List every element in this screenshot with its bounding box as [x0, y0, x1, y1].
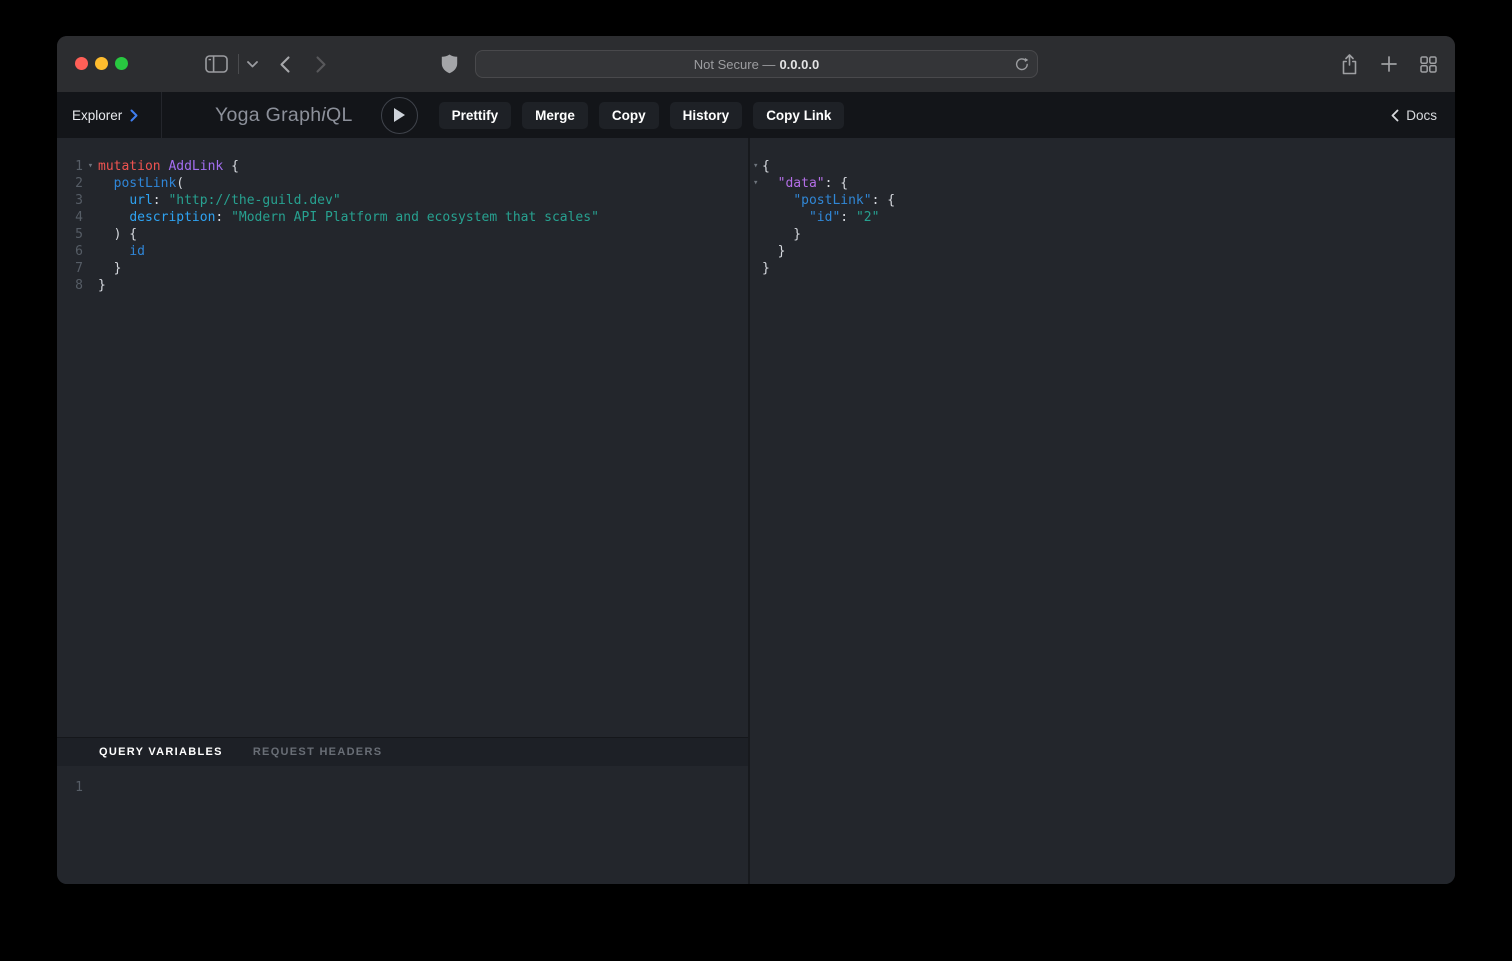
toolbar-button-history[interactable]: History	[670, 102, 743, 129]
code-line: 8}	[57, 277, 748, 294]
main-area: 1▾mutation AddLink {2 postLink(3 url: "h…	[57, 138, 1455, 884]
reload-icon[interactable]	[1015, 57, 1029, 72]
graphiql-toolbar: Explorer Yoga GraphiQL Prettify Merge Copy…	[57, 92, 1455, 138]
privacy-shield-icon[interactable]	[441, 54, 458, 74]
line-number: 6	[57, 243, 83, 260]
traffic-lights	[75, 57, 128, 70]
play-icon	[392, 107, 406, 123]
query-pane: 1▾mutation AddLink {2 postLink(3 url: "h…	[57, 138, 748, 884]
code-text: ) {	[98, 226, 137, 243]
back-button[interactable]	[280, 56, 290, 73]
toolbar-button-merge[interactable]: Merge	[522, 102, 588, 129]
code-line: }	[750, 260, 1455, 277]
code-text: id	[98, 243, 145, 260]
fold-spacer	[83, 192, 98, 209]
fold-arrow-icon[interactable]: ▾	[750, 158, 762, 175]
code-line: 7 }	[57, 260, 748, 277]
code-text: url: "http://the-guild.dev"	[98, 192, 341, 209]
divider	[238, 54, 239, 74]
line-number: 5	[57, 226, 83, 243]
fold-arrow-icon[interactable]: ▾	[750, 175, 762, 192]
fold-spacer	[83, 226, 98, 243]
code-text: }	[98, 260, 121, 277]
response-pane: ▾{▾ "data": { "postLink": { "id": "2" } …	[750, 138, 1455, 884]
code-text: mutation AddLink {	[98, 158, 239, 175]
browser-window: Not Secure — 0.0.0.0	[57, 36, 1455, 884]
execute-query-button[interactable]	[381, 97, 418, 134]
forward-button[interactable]	[316, 56, 326, 73]
code-text: }	[762, 260, 770, 277]
code-line: 2 postLink(	[57, 175, 748, 192]
toolbar-button-prettify[interactable]: Prettify	[439, 102, 512, 129]
code-text: "postLink": {	[762, 192, 895, 209]
code-text: }	[98, 277, 106, 294]
minimize-window-button[interactable]	[95, 57, 108, 70]
line-number: 4	[57, 209, 83, 226]
tab-request-headers[interactable]: REQUEST HEADERS	[253, 746, 383, 758]
toolbar-button-copy-link[interactable]: Copy Link	[753, 102, 844, 129]
close-window-button[interactable]	[75, 57, 88, 70]
url-security-label: Not Secure —	[694, 57, 776, 72]
fold-spacer	[83, 175, 98, 192]
line-number: 2	[57, 175, 83, 192]
fold-spacer	[750, 243, 762, 260]
url-host: 0.0.0.0	[779, 57, 819, 72]
code-line: }	[750, 226, 1455, 243]
fold-spacer	[750, 226, 762, 243]
fold-spacer	[750, 192, 762, 209]
chevron-down-icon[interactable]	[247, 61, 258, 68]
code-line: ▾ "data": {	[750, 175, 1455, 192]
fold-spacer	[750, 209, 762, 226]
explorer-label: Explorer	[72, 108, 122, 123]
code-line: "postLink": {	[750, 192, 1455, 209]
code-text: {	[762, 158, 770, 175]
explorer-toggle[interactable]: Explorer	[57, 92, 162, 138]
zoom-window-button[interactable]	[115, 57, 128, 70]
fold-spacer	[83, 260, 98, 277]
code-line: 6 id	[57, 243, 748, 260]
code-text: "id": "2"	[762, 209, 879, 226]
sidebar-toggle-icon[interactable]	[205, 55, 228, 73]
toolbar-button-copy[interactable]: Copy	[599, 102, 659, 129]
tab-overview-icon[interactable]	[1420, 56, 1437, 73]
code-text: "data": {	[762, 175, 848, 192]
code-text: postLink(	[98, 175, 184, 192]
query-editor[interactable]: 1▾mutation AddLink {2 postLink(3 url: "h…	[57, 138, 748, 737]
fold-spacer	[83, 277, 98, 294]
docs-label: Docs	[1406, 108, 1437, 123]
docs-button[interactable]: Docs	[1391, 108, 1437, 123]
code-line: ▾{	[750, 158, 1455, 175]
secondary-editor-tabs: QUERY VARIABLES REQUEST HEADERS	[57, 737, 748, 766]
toolbar-buttons: Prettify Merge Copy History Copy Link	[439, 102, 845, 129]
variables-editor[interactable]: 1	[57, 766, 748, 884]
code-text: }	[762, 243, 785, 260]
code-line: 3 url: "http://the-guild.dev"	[57, 192, 748, 209]
code-line: }	[750, 243, 1455, 260]
code-line: 4 description: "Modern API Platform and …	[57, 209, 748, 226]
code-line: 5 ) {	[57, 226, 748, 243]
page-title: Yoga GraphiQL	[215, 104, 353, 127]
fold-spacer	[83, 243, 98, 260]
code-line: 1▾mutation AddLink {	[57, 158, 748, 175]
chevron-right-icon	[130, 109, 138, 122]
code-text: }	[762, 226, 801, 243]
share-icon[interactable]	[1341, 54, 1358, 75]
line-number: 1	[57, 779, 83, 796]
line-number: 3	[57, 192, 83, 209]
code-text: description: "Modern API Platform and ec…	[98, 209, 599, 226]
line-number: 7	[57, 260, 83, 277]
line-number: 1	[57, 158, 83, 175]
tab-query-variables[interactable]: QUERY VARIABLES	[99, 746, 223, 758]
browser-chrome: Not Secure — 0.0.0.0	[57, 36, 1455, 92]
address-bar[interactable]: Not Secure — 0.0.0.0	[475, 50, 1038, 78]
fold-arrow-icon[interactable]: ▾	[83, 158, 98, 175]
fold-spacer	[83, 209, 98, 226]
fold-spacer	[750, 260, 762, 277]
line-number: 8	[57, 277, 83, 294]
code-line: "id": "2"	[750, 209, 1455, 226]
chevron-left-icon	[1391, 109, 1399, 122]
new-tab-icon[interactable]	[1381, 56, 1397, 72]
